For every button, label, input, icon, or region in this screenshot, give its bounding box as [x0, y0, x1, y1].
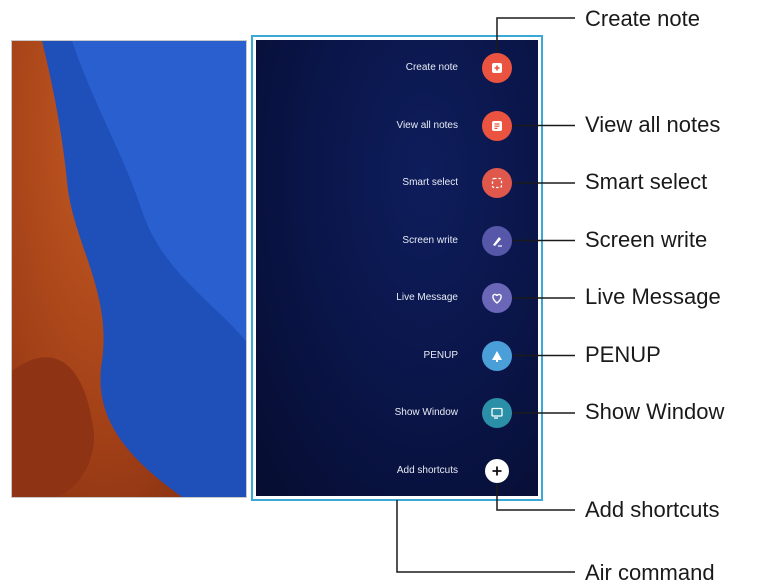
callout-view-all-notes: View all notes	[585, 111, 721, 137]
callout-create-note: Create note	[585, 6, 700, 31]
callout-screen-write: Screen write	[585, 226, 708, 252]
callout-smart-select: Smart select	[585, 169, 708, 194]
callout-live-message: Live Message	[585, 284, 721, 309]
callout-air-command: Air command	[585, 560, 715, 585]
callout-plus: Add shortcuts	[585, 497, 720, 522]
callout-penup: PENUP	[585, 341, 661, 367]
callout-show-window: Show Window	[585, 399, 725, 424]
